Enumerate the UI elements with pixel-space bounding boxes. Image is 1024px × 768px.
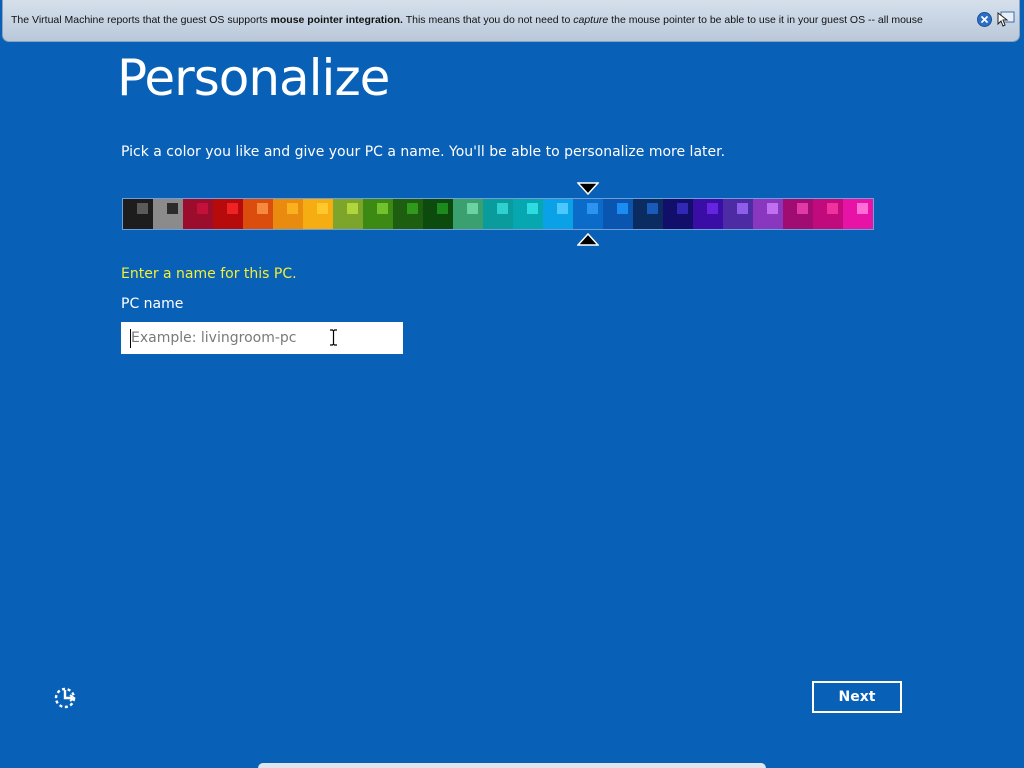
color-swatch-accent bbox=[707, 203, 718, 214]
color-swatch[interactable] bbox=[813, 199, 843, 229]
color-swatch-accent bbox=[227, 203, 238, 214]
color-swatch[interactable] bbox=[753, 199, 783, 229]
color-swatch-accent bbox=[737, 203, 748, 214]
color-swatch[interactable] bbox=[303, 199, 333, 229]
color-swatch[interactable] bbox=[273, 199, 303, 229]
color-swatch-accent bbox=[857, 203, 868, 214]
color-swatch[interactable] bbox=[393, 199, 423, 229]
color-swatch-accent bbox=[767, 203, 778, 214]
color-swatch[interactable] bbox=[543, 199, 573, 229]
vm-notice-text-middle: This means that you do not need to bbox=[402, 14, 574, 26]
color-swatch-accent bbox=[137, 203, 148, 214]
pc-name-label: PC name bbox=[121, 296, 184, 312]
color-swatch[interactable] bbox=[783, 199, 813, 229]
color-swatch[interactable] bbox=[843, 199, 873, 229]
vm-notification-bar: The Virtual Machine reports that the gue… bbox=[2, 0, 1020, 42]
color-swatch[interactable] bbox=[333, 199, 363, 229]
color-swatch[interactable] bbox=[213, 199, 243, 229]
name-prompt: Enter a name for this PC. bbox=[121, 266, 297, 282]
color-swatch-accent bbox=[407, 203, 418, 214]
color-swatch-accent bbox=[437, 203, 448, 214]
vm-notice-text-after: the mouse pointer to be able to use it i… bbox=[608, 14, 923, 26]
color-swatch[interactable] bbox=[603, 199, 633, 229]
color-swatch-accent bbox=[197, 203, 208, 214]
color-swatch-accent bbox=[617, 203, 628, 214]
color-swatch-accent bbox=[527, 203, 538, 214]
instruction-text: Pick a color you like and give your PC a… bbox=[121, 144, 726, 160]
selection-pointer-up-icon bbox=[577, 232, 599, 246]
color-swatch[interactable] bbox=[423, 199, 453, 229]
color-swatch[interactable] bbox=[663, 199, 693, 229]
color-swatch[interactable] bbox=[153, 199, 183, 229]
color-swatch[interactable] bbox=[243, 199, 273, 229]
close-icon[interactable] bbox=[977, 12, 992, 27]
color-swatch-accent bbox=[467, 203, 478, 214]
color-swatch-accent bbox=[647, 203, 658, 214]
color-swatch-accent bbox=[797, 203, 808, 214]
color-swatch-accent bbox=[317, 203, 328, 214]
color-swatch-accent bbox=[497, 203, 508, 214]
color-swatch[interactable] bbox=[183, 199, 213, 229]
next-button[interactable]: Next bbox=[812, 681, 902, 713]
color-swatch[interactable] bbox=[513, 199, 543, 229]
vm-notice-italic-text: capture bbox=[573, 14, 609, 26]
mouse-integration-icon[interactable] bbox=[996, 10, 1016, 28]
vm-notice-bold-text: mouse pointer integration. bbox=[270, 14, 403, 26]
color-swatch[interactable] bbox=[363, 199, 393, 229]
color-swatch-accent bbox=[257, 203, 268, 214]
ibeam-cursor-icon bbox=[330, 329, 337, 346]
color-swatch-accent bbox=[557, 203, 568, 214]
ease-of-access-icon[interactable] bbox=[52, 684, 80, 712]
color-swatch-accent bbox=[827, 203, 838, 214]
color-swatch-accent bbox=[587, 203, 598, 214]
color-swatch-accent bbox=[677, 203, 688, 214]
color-swatch[interactable] bbox=[693, 199, 723, 229]
color-swatch[interactable] bbox=[573, 199, 603, 229]
vm-notice-text-before: The Virtual Machine reports that the gue… bbox=[11, 14, 271, 26]
selection-pointer-down-icon bbox=[577, 182, 599, 196]
color-swatch-accent bbox=[287, 203, 298, 214]
page-title: Personalize bbox=[117, 49, 390, 107]
pc-name-input[interactable] bbox=[121, 322, 403, 354]
text-caret bbox=[130, 329, 131, 348]
color-swatch[interactable] bbox=[483, 199, 513, 229]
vm-notification-message: The Virtual Machine reports that the gue… bbox=[11, 14, 973, 26]
color-swatch[interactable] bbox=[723, 199, 753, 229]
host-taskbar-edge bbox=[258, 763, 766, 768]
color-picker[interactable] bbox=[122, 198, 874, 230]
color-swatch[interactable] bbox=[453, 199, 483, 229]
color-swatch-accent bbox=[377, 203, 388, 214]
color-swatch-accent bbox=[167, 203, 178, 214]
color-swatch[interactable] bbox=[633, 199, 663, 229]
color-swatch[interactable] bbox=[123, 199, 153, 229]
color-swatch-accent bbox=[347, 203, 358, 214]
